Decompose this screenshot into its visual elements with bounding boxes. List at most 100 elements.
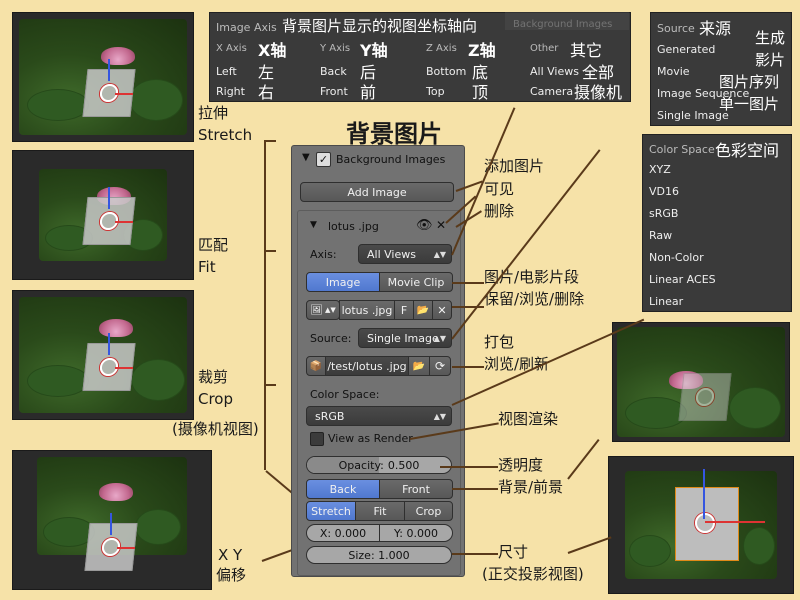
size-note-annotation: (正交投影视图) [482,565,584,583]
z-axis-gizmo [108,333,110,355]
z-axis-label: Z Axis [426,43,457,54]
x-axis-gizmo [117,547,135,549]
connector-line [452,306,484,308]
page-title: 背景图片 [346,120,442,148]
opacity-annotation: 透明度 [498,456,544,474]
axis-label: Axis: [310,248,337,261]
source-menu: Source 来源 Generated 生成 Movie 影片 Image Se… [650,12,792,126]
reload-image-button[interactable]: ⟳ [429,356,451,376]
color-space-option-xyz[interactable]: XYZ [649,163,671,176]
front-toggle[interactable]: Front [379,479,453,499]
background-images-panel: ▼ ✓ Background Images Add Image ▼ lotus … [291,145,465,577]
image-icon: 🖼 [310,304,323,316]
filepath-field[interactable]: /test/lotus .jpg [325,356,409,376]
fit-toggle[interactable]: Fit [355,501,405,521]
color-space-option-non-color[interactable]: Non-Color [649,251,704,264]
crop-toggle[interactable]: Crop [404,501,453,521]
crop-label-note: (摄像机视图) [172,420,259,438]
image-browse-button[interactable]: 🖼 ▲▼ [306,300,340,320]
size-annotation: 尺寸 [498,543,529,561]
source-menu-header-cn: 来源 [699,19,732,38]
add-image-button[interactable]: Add Image [300,182,454,202]
axis-dropdown-value: All Views [367,247,416,261]
axis-option-camera[interactable]: Camera [530,85,573,98]
other-label: Other [530,43,559,54]
lotus-leaf [131,359,185,401]
back-toggle[interactable]: Back [306,479,380,499]
axis-option-bottom[interactable]: Bottom [426,65,466,78]
panel-header[interactable]: ▼ ✓ Background Images [292,148,464,170]
axis-option-top-cn: 顶 [472,83,489,102]
x-axis-gizmo [115,221,133,223]
connector-line [440,466,498,468]
color-space-option-raw[interactable]: Raw [649,229,672,242]
connector-line [452,282,484,284]
source-option-movie[interactable]: Movie [657,65,690,78]
updown-arrow-icon: ▲▼ [324,306,336,314]
folder-browse-button[interactable]: 📂 [413,300,433,320]
view-as-render-label: View as Render [328,432,413,445]
z-axis-gizmo [703,469,705,519]
viewport-stretch-preview [12,12,194,142]
unlink-image-button[interactable]: ✕ [432,300,452,320]
connector-line [264,140,276,142]
lotus-leaf [729,387,781,429]
color-space-option-srgb[interactable]: sRGB [649,207,678,220]
stretch-toggle[interactable]: Stretch [306,501,356,521]
axis-option-all-views[interactable]: All Views [530,65,579,78]
offset-x-field[interactable]: X: 0.000 [306,524,380,542]
axis-option-front-cn: 前 [360,83,377,102]
tab-movie-clip[interactable]: Movie Clip [379,272,453,292]
xy-label-cn: X Y [218,546,243,564]
source-option-single-image[interactable]: Single Image [657,109,729,122]
expand-image-arrow-icon[interactable]: ▼ [310,220,317,230]
updown-arrow-icon: ▲▼ [433,249,446,259]
x-axis-label: X Axis [216,43,247,54]
axis-option-right[interactable]: Right [216,85,245,98]
image-datablock-name[interactable]: lotus .jpg [339,300,395,320]
color-space-option-linear[interactable]: Linear [649,295,683,308]
view-as-render-checkbox[interactable] [310,432,324,446]
refresh-icon: ⟳ [434,359,446,373]
tab-image[interactable]: Image [306,272,380,292]
axis-option-back[interactable]: Back [320,65,347,78]
source-dropdown-value: Single Image [367,331,439,345]
source-option-image-sequence-cn: 图片序列 [719,73,780,91]
color-space-menu: Color Space 色彩空间 XYZ VD16 sRGB Raw Non-C… [642,134,792,312]
axis-option-front[interactable]: Front [320,85,348,98]
axis-option-right-cn: 右 [258,83,275,102]
size-field[interactable]: Size: 1.000 [306,546,452,564]
axis-dropdown[interactable]: All Views ▲▼ [358,244,452,264]
updown-arrow-icon: ▲▼ [433,411,446,421]
filepath-browse-button[interactable]: 📂 [408,356,430,376]
axis-option-top[interactable]: Top [426,85,445,98]
size-value: Size: 1.000 [348,548,410,562]
axis-option-camera-cn: 摄像机 [574,83,623,102]
fake-user-button[interactable]: F [394,300,414,320]
pack-image-button[interactable]: 📦 [306,356,326,376]
source-option-generated[interactable]: Generated [657,43,715,56]
viewport-front-preview [612,322,790,442]
opacity-slider[interactable]: Opacity: 0.500 [306,456,452,474]
offset-y-field[interactable]: Y: 0.000 [379,524,453,542]
background-images-checkbox[interactable]: ✓ [316,152,331,167]
color-space-option-linear-aces[interactable]: Linear ACES [649,273,716,286]
offset-x-value: X: 0.000 [319,526,367,540]
image-name-label: lotus .jpg [328,220,379,233]
image-axis-header-cn: 背景图片显示的视图坐标轴向 [282,17,478,35]
fit-label-cn: 匹配 [198,236,229,254]
color-space-menu-header-cn: 色彩空间 [715,141,780,160]
folder-icon: 📂 [416,304,430,316]
collapse-arrow-icon[interactable]: ▼ [302,152,310,163]
offset-label-cn: 偏移 [216,566,247,584]
crop-label-cn: 裁剪 [198,368,229,386]
z-axis-gizmo [110,513,112,535]
axis-option-left[interactable]: Left [216,65,237,78]
source-dropdown[interactable]: Single Image ▲▼ [358,328,452,348]
color-space-option-vd16[interactable]: VD16 [649,185,679,198]
viewport-offset-preview [12,450,212,590]
connector-line [451,149,601,340]
close-remove-icon[interactable]: ✕ [436,218,446,232]
eye-visibility-icon[interactable]: 👁 [416,218,433,233]
color-space-dropdown[interactable]: sRGB ▲▼ [306,406,452,426]
